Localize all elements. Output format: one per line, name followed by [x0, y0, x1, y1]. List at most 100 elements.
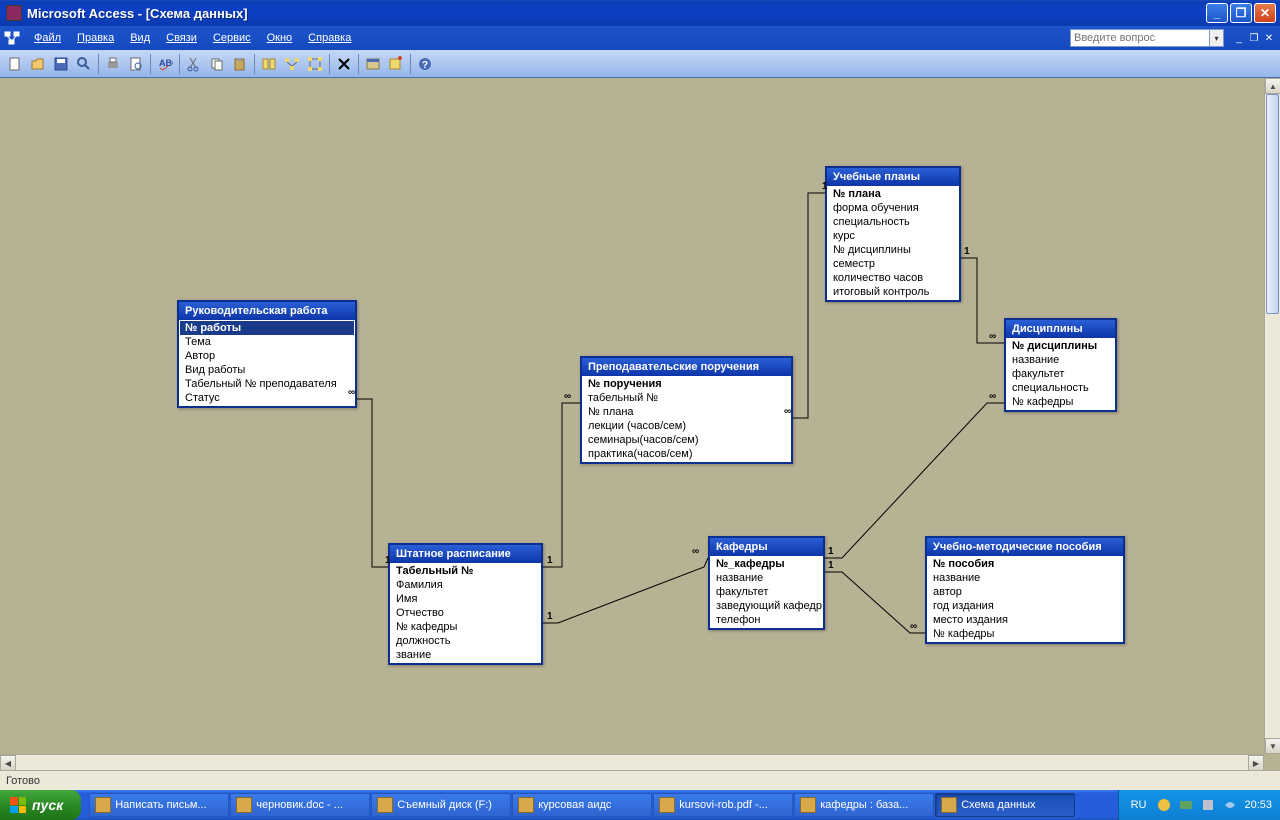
spelling-button[interactable]: ABC: [154, 53, 176, 75]
table-field[interactable]: специальность: [828, 215, 958, 229]
table-field[interactable]: практика(часов/сем): [583, 447, 790, 461]
table-field[interactable]: Фамилия: [391, 578, 540, 592]
database-window-button[interactable]: [362, 53, 384, 75]
tray-icon-3[interactable]: [1200, 797, 1216, 813]
scroll-up-button[interactable]: ▲: [1265, 78, 1280, 94]
table-field[interactable]: Автор: [180, 349, 354, 363]
scroll-left-button[interactable]: ◀: [0, 755, 16, 771]
table-field[interactable]: № дисциплины: [828, 243, 958, 257]
table-field[interactable]: курс: [828, 229, 958, 243]
new-object-button[interactable]: [385, 53, 407, 75]
table-field[interactable]: автор: [928, 585, 1122, 599]
table-header[interactable]: Учебные планы: [827, 168, 959, 186]
table-field[interactable]: название: [711, 571, 822, 585]
relationships-canvas[interactable]: Руководительская работа№ работыТемаАвтор…: [2, 78, 1264, 754]
table-field[interactable]: № кафедры: [391, 620, 540, 634]
taskbar-item[interactable]: Съемный диск (F:): [371, 793, 511, 817]
taskbar-item[interactable]: kursovi-rob.pdf -...: [653, 793, 793, 817]
table-header[interactable]: Дисциплины: [1006, 320, 1115, 338]
menu-help[interactable]: Справка: [300, 29, 359, 47]
menu-window[interactable]: Окно: [259, 29, 301, 47]
table-field[interactable]: № кафедры: [928, 627, 1122, 641]
table-field[interactable]: звание: [391, 648, 540, 662]
table-field[interactable]: № работы: [180, 321, 354, 335]
table-field[interactable]: семинары(часов/сем): [583, 433, 790, 447]
taskbar-item[interactable]: черновик.doc - ...: [230, 793, 370, 817]
taskbar-item[interactable]: кафедры : база...: [794, 793, 934, 817]
table-field[interactable]: № кафедры: [1007, 395, 1114, 409]
table-field[interactable]: форма обучения: [828, 201, 958, 215]
tray-icon-4[interactable]: [1222, 797, 1238, 813]
table-field[interactable]: № пособия: [928, 557, 1122, 571]
delete-button[interactable]: [333, 53, 355, 75]
table-field[interactable]: № плана: [583, 405, 790, 419]
menu-tools[interactable]: Сервис: [205, 29, 259, 47]
table-field[interactable]: количество часов: [828, 271, 958, 285]
menu-file[interactable]: Файл: [26, 29, 69, 47]
help-question-input[interactable]: [1070, 29, 1210, 47]
copy-button[interactable]: [206, 53, 228, 75]
table-t1[interactable]: Руководительская работа№ работыТемаАвтор…: [177, 300, 357, 408]
table-field[interactable]: лекции (часов/сем): [583, 419, 790, 433]
table-field[interactable]: Отчество: [391, 606, 540, 620]
taskbar-item[interactable]: курсовая аидс: [512, 793, 652, 817]
taskbar-item[interactable]: Написать письм...: [89, 793, 229, 817]
table-field[interactable]: № дисциплины: [1007, 339, 1114, 353]
close-button[interactable]: ✕: [1254, 3, 1276, 23]
new-button[interactable]: [4, 53, 26, 75]
table-field[interactable]: Вид работы: [180, 363, 354, 377]
table-field[interactable]: должность: [391, 634, 540, 648]
clock[interactable]: 20:53: [1244, 799, 1272, 811]
paste-button[interactable]: [229, 53, 251, 75]
minimize-button[interactable]: _: [1206, 3, 1228, 23]
tray-icon-2[interactable]: [1178, 797, 1194, 813]
table-field[interactable]: Тема: [180, 335, 354, 349]
scroll-down-button[interactable]: ▼: [1265, 738, 1280, 754]
help-question-dropdown[interactable]: ▾: [1210, 29, 1224, 47]
table-t3[interactable]: Преподавательские поручения№ порученията…: [580, 356, 793, 464]
table-field[interactable]: № плана: [828, 187, 958, 201]
child-close-button[interactable]: ✕: [1262, 31, 1276, 45]
taskbar-item[interactable]: Схема данных: [935, 793, 1075, 817]
table-field[interactable]: № поручения: [583, 377, 790, 391]
table-header[interactable]: Кафедры: [710, 538, 823, 556]
search-button[interactable]: [73, 53, 95, 75]
table-field[interactable]: Табельный №: [391, 564, 540, 578]
menu-edit[interactable]: Правка: [69, 29, 122, 47]
table-field[interactable]: итоговый контроль: [828, 285, 958, 299]
table-t4[interactable]: Кафедры№_кафедрыназваниефакультетзаведую…: [708, 536, 825, 630]
help-button[interactable]: ?: [414, 53, 436, 75]
save-button[interactable]: [50, 53, 72, 75]
table-field[interactable]: название: [928, 571, 1122, 585]
table-field[interactable]: Статус: [180, 391, 354, 405]
child-minimize-button[interactable]: _: [1232, 31, 1246, 45]
table-field[interactable]: Табельный № преподавателя: [180, 377, 354, 391]
cut-button[interactable]: [183, 53, 205, 75]
table-field[interactable]: место издания: [928, 613, 1122, 627]
language-indicator[interactable]: RU: [1127, 797, 1151, 813]
horizontal-scrollbar[interactable]: ◀ ▶: [0, 754, 1264, 770]
table-header[interactable]: Учебно-методические пособия: [927, 538, 1123, 556]
table-t5[interactable]: Учебные планы№ планаформа обученияспециа…: [825, 166, 961, 302]
menu-relations[interactable]: Связи: [158, 29, 205, 47]
table-header[interactable]: Преподавательские поручения: [582, 358, 791, 376]
table-field[interactable]: телефон: [711, 613, 822, 627]
maximize-button[interactable]: ❐: [1230, 3, 1252, 23]
vertical-scroll-thumb[interactable]: [1266, 94, 1279, 314]
table-field[interactable]: специальность: [1007, 381, 1114, 395]
table-field[interactable]: семестр: [828, 257, 958, 271]
table-t2[interactable]: Штатное расписаниеТабельный №ФамилияИмяО…: [388, 543, 543, 665]
menu-view[interactable]: Вид: [122, 29, 158, 47]
table-field[interactable]: год издания: [928, 599, 1122, 613]
table-field[interactable]: факультет: [1007, 367, 1114, 381]
start-button[interactable]: пуск: [0, 790, 81, 820]
show-table-button[interactable]: [258, 53, 280, 75]
table-field[interactable]: заведующий кафедрой: [711, 599, 822, 613]
table-header[interactable]: Штатное расписание: [390, 545, 541, 563]
table-field[interactable]: Имя: [391, 592, 540, 606]
print-preview-button[interactable]: [125, 53, 147, 75]
table-t6[interactable]: Дисциплины№ дисциплиныназваниефакультетс…: [1004, 318, 1117, 412]
table-header[interactable]: Руководительская работа: [179, 302, 355, 320]
show-all-button[interactable]: [304, 53, 326, 75]
table-t7[interactable]: Учебно-методические пособия№ пособияназв…: [925, 536, 1125, 644]
